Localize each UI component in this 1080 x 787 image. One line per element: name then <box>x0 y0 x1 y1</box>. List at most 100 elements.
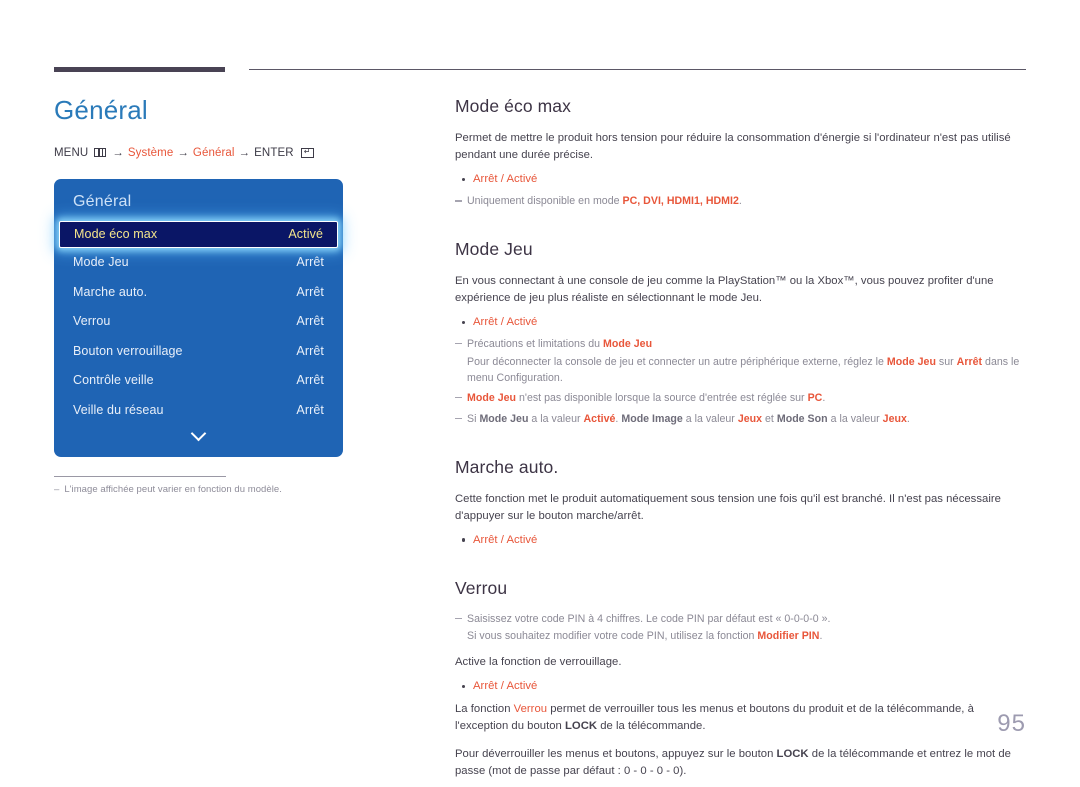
right-column: Mode éco max Permet de mettre le produit… <box>455 96 1028 787</box>
page-number: 95 <box>997 710 1026 737</box>
note-text: Précautions et limitations du <box>467 338 604 351</box>
breadcrumb-arrow-3: → <box>238 146 251 159</box>
osd-scroll-more[interactable] <box>54 425 343 447</box>
osd-row-label: Marche auto. <box>73 284 148 299</box>
para-text: de la télécommande. <box>597 720 706 733</box>
note-text: a la valeur <box>528 412 584 425</box>
note-text: sur <box>935 355 957 368</box>
osd-row-value: Arrêt <box>296 343 324 358</box>
note-text: n'est pas disponible lorsque la source d… <box>516 392 808 405</box>
section-title: Verrou <box>455 577 508 598</box>
osd-row-value: Arrêt <box>296 314 324 329</box>
note-text: Pour déconnecter la console de jeu et co… <box>467 355 887 368</box>
para-term-verrou: Verrou <box>513 703 548 716</box>
breadcrumb-item-systeme[interactable]: Système <box>128 147 173 159</box>
section-verrou: Verrou Saisissez votre code PIN à 4 chif… <box>455 578 1028 780</box>
osd-menu-list: Mode éco max Activé Mode Jeu Arrêt March… <box>54 220 343 447</box>
note-term-pc: PC <box>807 392 823 405</box>
breadcrumb-enter-label: ENTER <box>254 146 294 159</box>
option-off: Arrêt <box>473 173 498 186</box>
osd-row-marche-auto[interactable]: Marche auto. Arrêt <box>54 277 343 307</box>
note-term-jeux: Jeux <box>882 412 907 425</box>
section-title: Mode éco max <box>455 96 571 116</box>
section-paragraph-activation: Active la fonction de verrouillage. <box>455 656 622 669</box>
option-off: Arrêt <box>473 316 498 329</box>
breadcrumb-arrow-1: → <box>112 146 124 159</box>
note-term-mode-jeu: Mode Jeu <box>479 412 529 425</box>
option-on: Activé <box>506 316 538 329</box>
option-on: Activé <box>506 533 538 546</box>
note-term-mode-son: Mode Son <box>776 412 828 425</box>
section-paragraph: Permet de mettre le produit hors tension… <box>455 132 1011 162</box>
para-term-lock: LOCK <box>565 720 598 733</box>
note-text: Si vous souhaitez modifier votre code PI… <box>467 630 758 643</box>
section-note-source: Mode Jeu n'est pas disponible lorsque la… <box>455 391 1028 407</box>
section-note-precautions-cont: Pour déconnecter la console de jeu et co… <box>455 355 1028 386</box>
bullet-options: Arrêt / Activé <box>455 314 1028 331</box>
breadcrumb: MENU → Système → Général → ENTER ↵ <box>54 147 414 159</box>
bullet-options: Arrêt / Activé <box>455 171 1028 188</box>
note-term-modifier-pin: Modifier PIN <box>757 630 820 643</box>
chevron-down-icon <box>190 425 207 441</box>
section-mode-jeu: Mode Jeu En vous connectant à une consol… <box>455 239 1028 428</box>
bullet-options: Arrêt / Activé <box>455 678 1028 695</box>
osd-row-label: Mode Jeu <box>73 255 129 270</box>
left-footnote: – L'image affichée peut varier en foncti… <box>54 475 284 496</box>
osd-row-value: Arrêt <box>296 373 324 388</box>
section-marche-auto: Marche auto. Cette fonction met le produ… <box>455 457 1028 549</box>
header-rule-thin <box>249 69 1026 70</box>
note-term-mode-jeu: Mode Jeu <box>467 392 517 405</box>
section-note-precautions: Précautions et limitations du Mode Jeu <box>455 337 1028 353</box>
option-off: Arrêt <box>473 680 498 693</box>
osd-row-label: Bouton verrouillage <box>73 343 183 358</box>
breadcrumb-arrow-2: → <box>177 146 189 159</box>
page-header-rules <box>0 0 1080 80</box>
page-title: Général <box>54 95 148 125</box>
osd-row-value: Arrêt <box>296 284 324 299</box>
note-text: . <box>822 392 826 405</box>
note-term-mode-jeu: Mode Jeu <box>603 338 653 351</box>
left-footnote-text: L'image affichée peut varier en fonction… <box>64 483 282 495</box>
osd-row-value: Activé <box>288 227 323 242</box>
note-term-active: Activé <box>583 412 616 425</box>
section-paragraph-lock: La fonction Verrou permet de verrouiller… <box>455 701 1028 735</box>
bullet-options: Arrêt / Activé <box>455 532 1028 549</box>
section-paragraph: En vous connectant à une console de jeu … <box>455 274 994 305</box>
option-on: Activé <box>506 173 538 186</box>
note-text: Uniquement disponible en mode <box>467 195 623 208</box>
note-term-mode-jeu: Mode Jeu <box>886 355 936 368</box>
section-title: Marche auto. <box>455 456 559 477</box>
osd-row-label: Verrou <box>73 314 111 329</box>
section-mode-eco-max: Mode éco max Permet de mettre le produit… <box>455 96 1028 210</box>
option-on: Activé <box>506 680 538 693</box>
osd-row-verrou[interactable]: Verrou Arrêt <box>54 307 343 337</box>
menu-grid-icon <box>94 148 107 158</box>
section-paragraph: Cette fonction met le produit automatiqu… <box>455 492 1001 522</box>
left-footnote-rule <box>54 475 226 477</box>
osd-row-value: Arrêt <box>296 255 324 270</box>
note-text: Si <box>467 412 480 425</box>
section-note-pin: Saisissez votre code PIN à 4 chiffres. L… <box>455 612 1028 628</box>
note-term-arret: Arrêt <box>956 355 983 368</box>
breadcrumb-menu-label: MENU <box>54 146 89 159</box>
left-column: Général MENU → Système → Général → ENTER… <box>54 96 414 496</box>
osd-row-veille-du-reseau[interactable]: Veille du réseau Arrêt <box>54 395 343 425</box>
section-note-pin-cont: Si vous souhaitez modifier votre code PI… <box>455 629 1028 645</box>
note-text: . <box>819 630 823 643</box>
enter-key-icon: ↵ <box>300 147 314 158</box>
note-text: a la valeur <box>827 412 883 425</box>
note-modes: PC, DVI, HDMI1, HDMI2 <box>622 195 739 208</box>
osd-row-label: Veille du réseau <box>73 402 164 417</box>
note-text: Saisissez votre code PIN à 4 chiffres. L… <box>467 612 831 625</box>
osd-row-label: Contrôle veille <box>73 373 154 388</box>
note-suffix: . <box>738 195 742 208</box>
section-note: Uniquement disponible en mode PC, DVI, H… <box>455 194 1028 210</box>
osd-row-controle-veille[interactable]: Contrôle veille Arrêt <box>54 366 343 396</box>
osd-row-mode-jeu[interactable]: Mode Jeu Arrêt <box>54 248 343 278</box>
osd-row-bouton-verrouillage[interactable]: Bouton verrouillage Arrêt <box>54 336 343 366</box>
breadcrumb-item-general[interactable]: Général <box>193 147 235 159</box>
osd-row-value: Arrêt <box>296 402 324 417</box>
note-term-jeux: Jeux <box>737 412 763 425</box>
section-note-valeurs: Si Mode Jeu a la valeur Activé. Mode Ima… <box>455 412 1028 428</box>
osd-row-mode-eco-max[interactable]: Mode éco max Activé <box>59 220 338 248</box>
